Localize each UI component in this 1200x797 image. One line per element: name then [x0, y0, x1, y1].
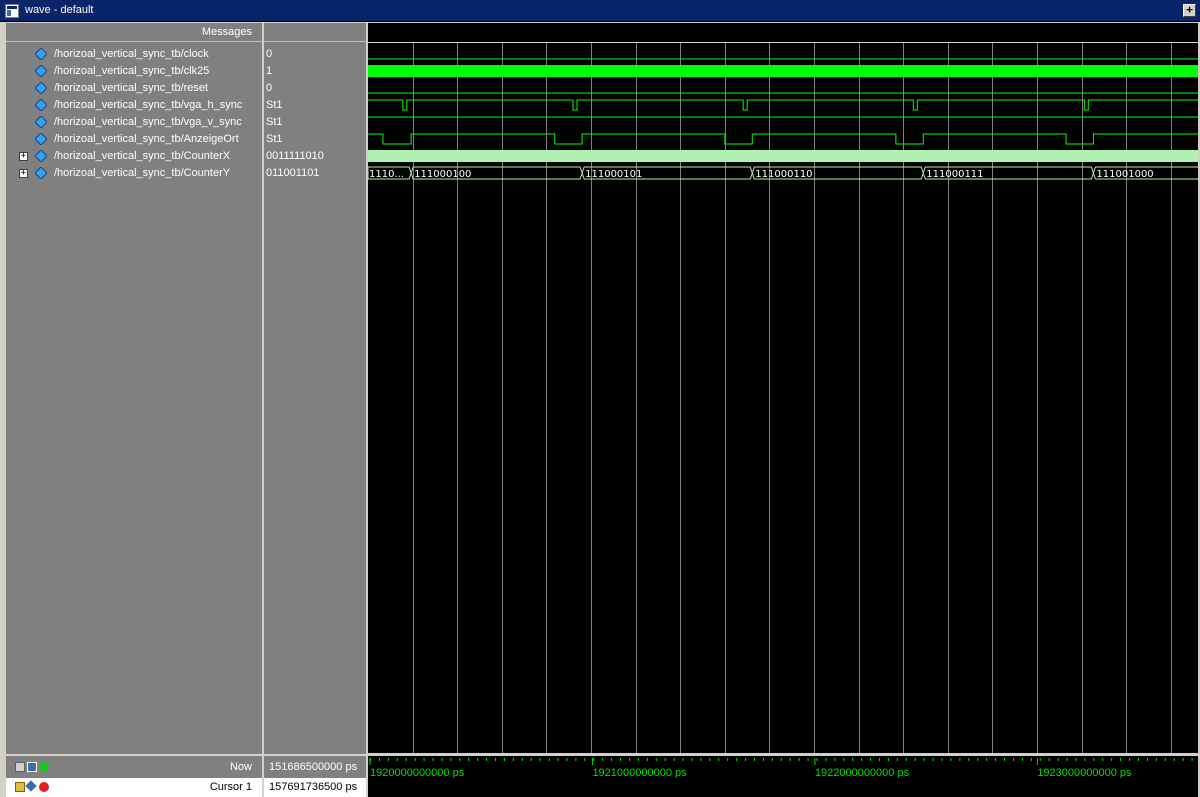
messages-header[interactable]: Messages	[6, 23, 262, 42]
counter-y-label: 111001000	[1096, 169, 1153, 180]
counter-y-label: 111000110	[755, 169, 812, 180]
signal-row[interactable]: /horizoal_vertical_sync_tb/reset	[6, 80, 262, 97]
now-value: 151686500000 ps	[266, 757, 364, 777]
wave-window-icon	[5, 4, 19, 18]
anzeige-ort-wave	[368, 133, 1198, 145]
maximize-button[interactable]: +	[1183, 4, 1196, 17]
counter-y-label: 1110...	[369, 169, 404, 180]
counter-y-label: 111000111	[926, 169, 983, 180]
wave-header	[368, 23, 1198, 42]
signal-row[interactable]: /horizoal_vertical_sync_tb/clk25	[6, 63, 262, 80]
plus-expander-icon[interactable]: +	[19, 152, 28, 161]
pencil-icon[interactable]	[25, 780, 37, 792]
waveform-canvas[interactable]: 1110... 111000100 111000101 111000110 111000…	[368, 43, 1198, 753]
edit-cursor-icon[interactable]	[27, 762, 37, 772]
clk25-wave	[368, 65, 1198, 77]
cursor-label: Cursor 1	[209, 781, 252, 793]
signal-value-row[interactable]: St1	[266, 97, 366, 114]
ruler-label: 1923000000000 ps	[1037, 767, 1132, 779]
signal-value: 1	[266, 65, 273, 77]
signal-name: /horizoal_vertical_sync_tb/AnzeigeOrt	[54, 133, 239, 145]
cursor-value-text: 157691736500 ps	[269, 781, 358, 793]
diamond-signal-icon	[35, 167, 47, 179]
signal-value-row[interactable]: 0011111010	[266, 148, 366, 165]
delete-cursor-icon[interactable]	[39, 782, 49, 792]
plus-expander-icon[interactable]: +	[19, 169, 28, 178]
vga-h-sync-wave	[368, 99, 1198, 111]
signal-value: St1	[266, 133, 283, 145]
ruler-label: 1921000000000 ps	[592, 767, 687, 779]
counter-x-wave	[368, 150, 1198, 162]
now-value-text: 151686500000 ps	[269, 761, 358, 773]
diamond-signal-icon	[35, 99, 47, 111]
time-ruler-canvas[interactable]: 1920000000000 ps 1921000000000 ps 19220000…	[368, 756, 1198, 797]
signal-value: 0	[266, 82, 273, 94]
lock-icon[interactable]	[15, 782, 25, 792]
signal-name: /horizoal_vertical_sync_tb/CounterY	[54, 167, 231, 179]
values-header[interactable]	[264, 23, 366, 42]
signal-row[interactable]: + /horizoal_vertical_sync_tb/CounterX	[6, 148, 262, 165]
diamond-signal-icon	[35, 65, 47, 77]
ruler-label: 1920000000000 ps	[370, 767, 465, 779]
signal-name: /horizoal_vertical_sync_tb/clock	[54, 48, 209, 60]
window-title-bar[interactable]: wave - default +	[0, 0, 1200, 22]
diamond-signal-icon	[35, 116, 47, 128]
diamond-signal-icon	[35, 150, 47, 162]
signal-value-row[interactable]: 011001101	[266, 165, 366, 182]
signal-value-row[interactable]: 0	[266, 80, 366, 97]
ruler-label: 1922000000000 ps	[815, 767, 910, 779]
signal-value: 0011111010	[266, 150, 324, 162]
now-label: Now	[229, 761, 252, 773]
signal-value: St1	[266, 99, 283, 111]
ruler-cursor-track	[368, 778, 1198, 797]
signal-name: /horizoal_vertical_sync_tb/CounterX	[54, 150, 231, 162]
counter-y-label: 111000100	[414, 169, 471, 180]
add-cursor-icon[interactable]	[15, 762, 25, 772]
signal-row[interactable]: /horizoal_vertical_sync_tb/AnzeigeOrt	[6, 131, 262, 148]
signal-row[interactable]: /horizoal_vertical_sync_tb/vga_h_sync	[6, 97, 262, 114]
insert-cursor-icon[interactable]	[39, 762, 49, 772]
signal-row[interactable]: + /horizoal_vertical_sync_tb/CounterY	[6, 165, 262, 182]
diamond-signal-icon	[35, 82, 47, 94]
signal-row[interactable]: /horizoal_vertical_sync_tb/clock	[6, 46, 262, 63]
signal-value-row[interactable]: St1	[266, 114, 366, 131]
names-values-divider[interactable]	[262, 23, 264, 797]
signal-value-row[interactable]: 0	[266, 46, 366, 63]
counter-y-label: 111000101	[585, 169, 642, 180]
signal-name: /horizoal_vertical_sync_tb/reset	[54, 82, 209, 94]
signal-row[interactable]: /horizoal_vertical_sync_tb/vga_v_sync	[6, 114, 262, 131]
time-ruler[interactable]: 1920000000000 ps 1921000000000 ps 19220000…	[368, 756, 1198, 797]
signal-name: /horizoal_vertical_sync_tb/vga_h_sync	[54, 99, 243, 111]
diamond-signal-icon	[35, 133, 47, 145]
wave-display[interactable]: 1110... 111000100 111000101 111000110 111000…	[368, 43, 1198, 753]
signal-value: St1	[266, 116, 283, 128]
signal-value: 0	[266, 48, 273, 60]
signal-name: /horizoal_vertical_sync_tb/vga_v_sync	[54, 116, 242, 128]
diamond-signal-icon	[35, 48, 47, 60]
cursor-value[interactable]: 157691736500 ps	[264, 778, 366, 797]
signal-name: /horizoal_vertical_sync_tb/clk25	[54, 65, 210, 77]
window-title: wave - default	[25, 4, 94, 16]
signal-value: 011001101	[266, 167, 320, 179]
signal-value-row[interactable]: 1	[266, 63, 366, 80]
signal-value-row[interactable]: St1	[266, 131, 366, 148]
